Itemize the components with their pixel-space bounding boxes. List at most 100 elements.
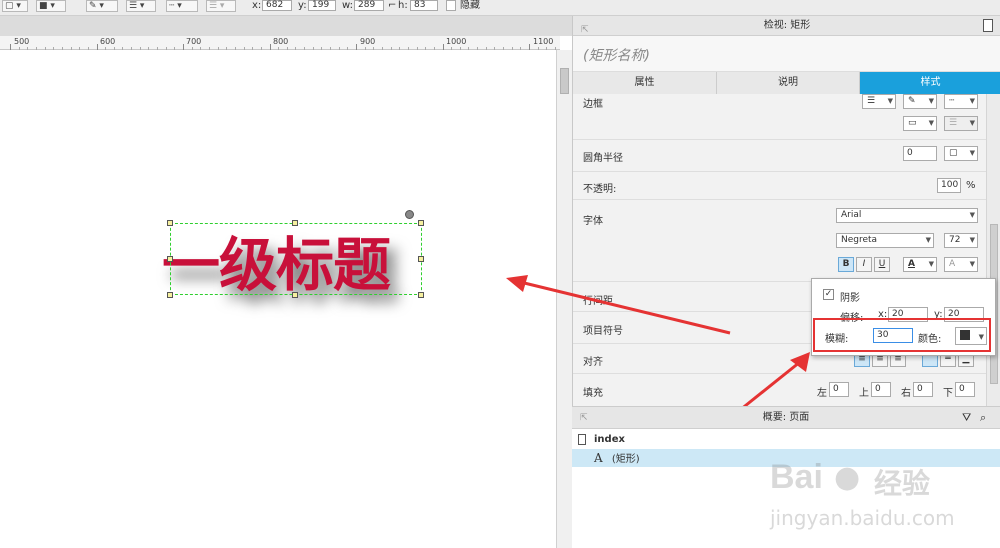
- ruler-tick: [304, 47, 306, 50]
- outline-item-index[interactable]: index: [572, 431, 1000, 449]
- filter-icon[interactable]: ⛛: [962, 407, 971, 429]
- arrow-select[interactable]: ☰ ▼: [944, 116, 978, 131]
- watermark: Bai ● 经验 jingyan.baidu.com: [770, 458, 990, 548]
- padding-top-input[interactable]: 0: [871, 382, 891, 397]
- opacity-unit: %: [966, 180, 976, 191]
- padding-left-input[interactable]: 0: [829, 382, 849, 397]
- ruler-tick: [381, 47, 383, 50]
- font-label: 字体: [583, 216, 603, 227]
- ruler-tick: [416, 47, 418, 50]
- ruler-tick: [226, 47, 228, 50]
- ruler-tick: [200, 47, 202, 50]
- line-color-button[interactable]: ✎ ▾: [86, 0, 118, 12]
- ruler-tick: [425, 47, 427, 50]
- ruler-tick: [537, 47, 539, 50]
- font-size-select[interactable]: 72 ▼: [944, 233, 978, 248]
- pin-icon[interactable]: ⇱: [580, 407, 588, 429]
- ruler-tick: [399, 47, 401, 50]
- ruler-tick: [286, 47, 288, 50]
- ruler-tick: [165, 47, 167, 50]
- outline-header: ⇱ 概要: 页面 ⛛ ⌕: [572, 407, 1000, 429]
- lock-ratio-icon[interactable]: ⌐: [388, 0, 396, 11]
- selection-box[interactable]: [170, 223, 422, 295]
- font-weight-select[interactable]: Negreta ▼: [836, 233, 934, 248]
- shadow-color-select[interactable]: ▼: [955, 327, 987, 345]
- resize-handle-sw[interactable]: [167, 292, 173, 298]
- bullets-label: 项目符号: [583, 326, 623, 337]
- arrow-style-button[interactable]: ☰ ▾: [206, 0, 236, 12]
- search-icon[interactable]: ⌕: [980, 407, 986, 429]
- shape-style-button[interactable]: ▢ ▾: [2, 0, 28, 12]
- border-visibility-select[interactable]: ▭ ▼: [903, 116, 937, 131]
- padding-right-input[interactable]: 0: [913, 382, 933, 397]
- font-color-select[interactable]: A ▼: [903, 257, 937, 272]
- tab-style[interactable]: 样式: [860, 72, 1000, 94]
- w-input[interactable]: 289: [354, 0, 384, 11]
- ruler-label: 600: [100, 37, 116, 46]
- ruler-tick: [278, 47, 280, 50]
- bold-button[interactable]: B: [838, 257, 854, 272]
- shadow-blur-input[interactable]: 30: [873, 328, 913, 343]
- line-weight-button[interactable]: ☰ ▾: [126, 0, 156, 12]
- blur-highlight-box: 模糊: 30 颜色: ▼: [813, 318, 991, 352]
- outline-title: 概要: 页面: [762, 412, 810, 423]
- rotate-handle[interactable]: [405, 210, 414, 219]
- resize-handle-ne[interactable]: [418, 220, 424, 226]
- line-style-button[interactable]: ┄ ▾: [166, 0, 198, 12]
- ruler-tick: [105, 47, 107, 50]
- canvas-top-strip: [0, 16, 572, 36]
- ruler-tick: [390, 47, 392, 50]
- text-shadow-select[interactable]: A ▼: [944, 257, 978, 272]
- ruler-label: 500: [14, 37, 30, 46]
- padding-bottom-input[interactable]: 0: [955, 382, 975, 397]
- underline-button[interactable]: U: [874, 257, 890, 272]
- resize-handle-e[interactable]: [418, 256, 424, 262]
- shadow-checkbox[interactable]: ✓: [823, 289, 834, 300]
- y-input[interactable]: 199: [308, 0, 336, 11]
- hidden-checkbox[interactable]: [446, 0, 456, 11]
- italic-button[interactable]: I: [856, 257, 872, 272]
- corner-radius-input[interactable]: 0: [903, 146, 937, 161]
- page-icon[interactable]: [983, 19, 993, 32]
- text-shadow-icon: A: [949, 259, 956, 269]
- corner-style-select[interactable]: ▢ ▼: [944, 146, 978, 161]
- resize-handle-nw[interactable]: [167, 220, 173, 226]
- inspector-title: 检视: 矩形: [763, 20, 811, 31]
- fill-button[interactable]: ■ ▾: [36, 0, 66, 12]
- ruler-tick: [485, 47, 487, 50]
- h-label: h:: [398, 0, 408, 11]
- ruler-tick: [131, 47, 133, 50]
- border-weight-select[interactable]: ☰ ▼: [862, 94, 896, 109]
- text-shape-icon: A: [594, 451, 603, 465]
- ruler-tick: [44, 47, 46, 50]
- corner-radius-label: 圆角半径: [583, 153, 623, 164]
- shape-name-field[interactable]: (矩形名称): [573, 36, 1000, 72]
- outline-item-label: (矩形): [611, 454, 640, 465]
- canvas-scroll-thumb[interactable]: [560, 68, 569, 94]
- ruler-tick: [27, 47, 29, 50]
- x-input[interactable]: 682: [262, 0, 292, 11]
- border-color-select[interactable]: ✎ ▼: [903, 94, 937, 109]
- ruler-tick: [260, 47, 262, 50]
- font-family-select[interactable]: Arial ▼: [836, 208, 978, 223]
- resize-handle-se[interactable]: [418, 292, 424, 298]
- resize-handle-w[interactable]: [167, 256, 173, 262]
- ruler-tick: [503, 47, 505, 50]
- ruler-tick: [208, 47, 210, 50]
- border-style-select[interactable]: ┄ ▼: [944, 94, 978, 109]
- toolbar: ▢ ▾ ■ ▾ ✎ ▾ ☰ ▾ ┄ ▾ ☰ ▾ x: 682 y: 199 w:…: [0, 0, 1000, 16]
- canvas-scrollbar[interactable]: [556, 50, 572, 548]
- h-input[interactable]: 83: [410, 0, 438, 11]
- opacity-row: 不透明: 100 %: [573, 172, 988, 200]
- opacity-input[interactable]: 100: [937, 178, 961, 193]
- inspector-scrollbar[interactable]: [986, 94, 1000, 406]
- resize-handle-n[interactable]: [292, 220, 298, 226]
- tab-notes[interactable]: 说明: [717, 72, 860, 94]
- corner-radius-row: 圆角半径 0 ▢ ▼: [573, 140, 988, 172]
- ruler-tick: [96, 44, 98, 50]
- tab-properties[interactable]: 属性: [573, 72, 717, 94]
- ruler-tick: [459, 47, 461, 50]
- watermark-brand-b: 经验: [874, 467, 931, 500]
- ruler-tick: [451, 47, 453, 50]
- resize-handle-s[interactable]: [292, 292, 298, 298]
